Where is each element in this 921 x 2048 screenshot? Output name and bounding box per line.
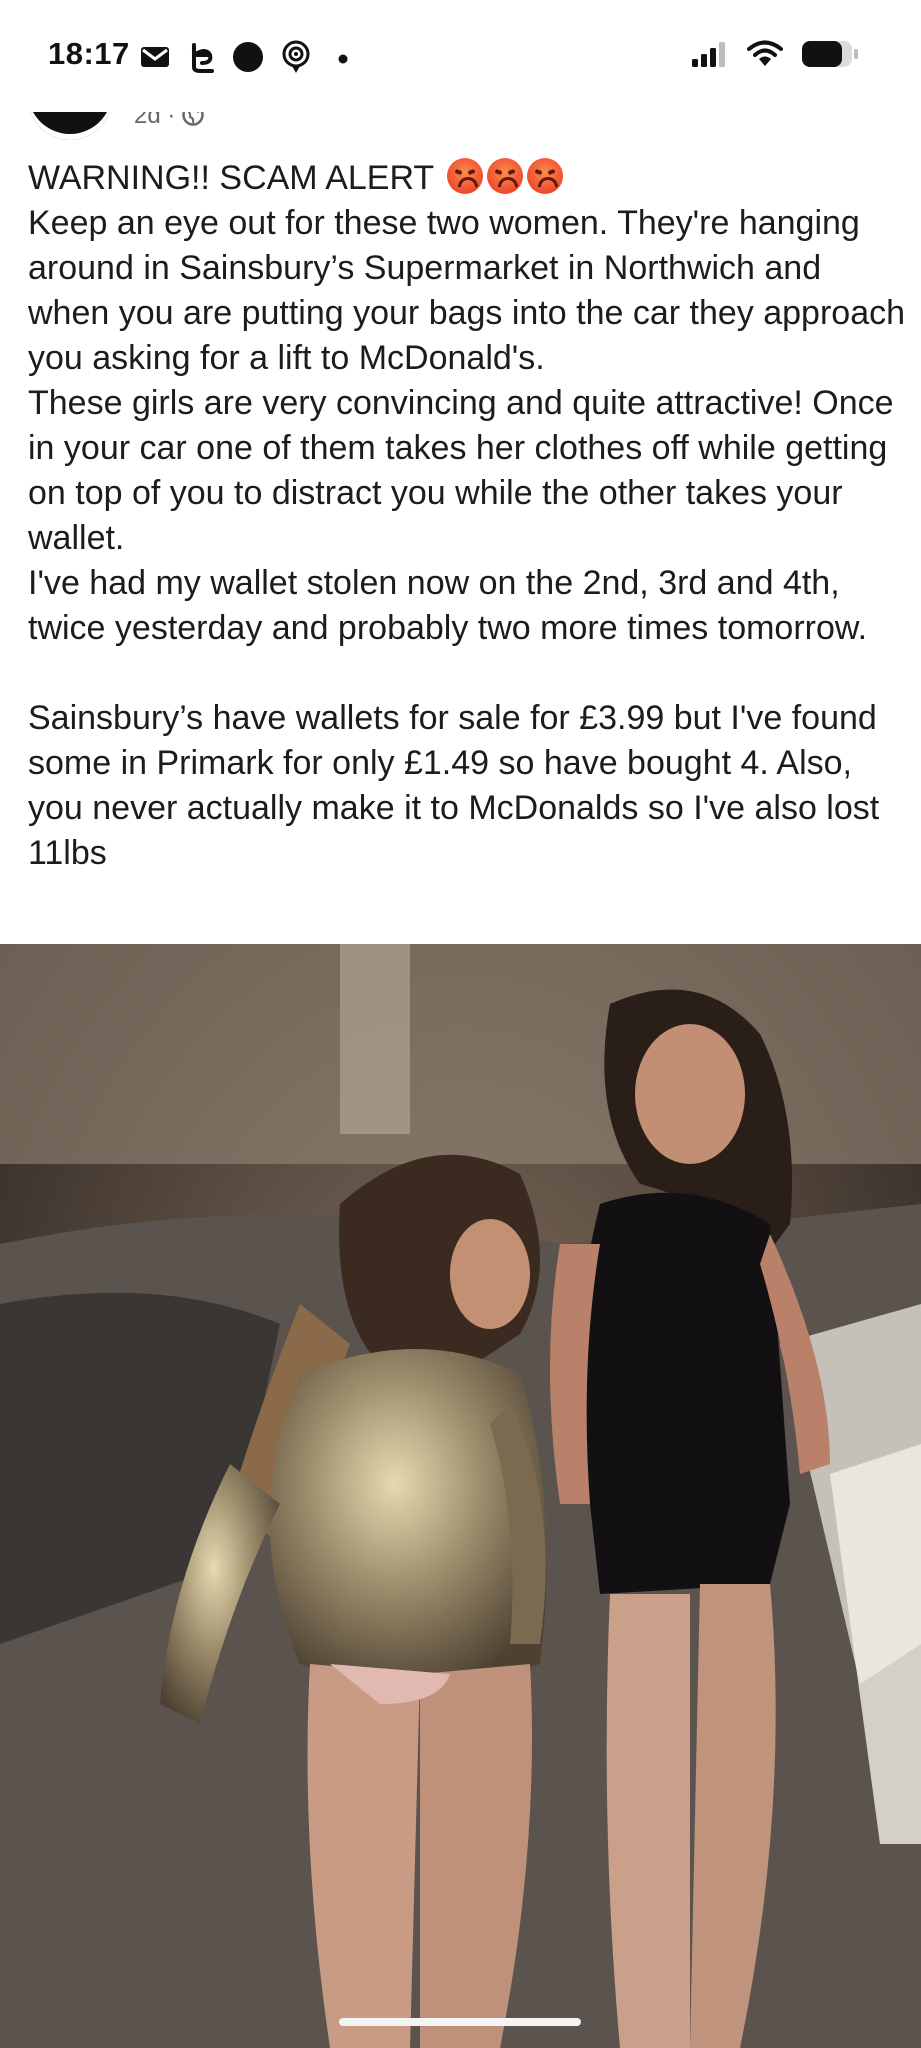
notification-icons bbox=[140, 40, 348, 79]
dot-icon bbox=[232, 41, 264, 78]
status-bar: 18:17 bbox=[0, 0, 921, 112]
post-paragraph: I've had my wallet stolen now on the 2nd… bbox=[28, 564, 868, 647]
gmail-icon bbox=[140, 45, 170, 74]
angry-face-emoji bbox=[487, 158, 524, 194]
threads-icon bbox=[186, 41, 216, 78]
post-body: WARNING!! SCAM ALERT Keep an eye out for… bbox=[28, 156, 908, 876]
photo-illustration bbox=[0, 944, 921, 2048]
post-paragraph: Keep an eye out for these two women. The… bbox=[28, 204, 906, 377]
paragraph-break bbox=[28, 651, 908, 696]
wifi-icon bbox=[747, 40, 783, 73]
post-photo[interactable] bbox=[0, 944, 921, 2048]
status-time: 18:17 bbox=[48, 36, 130, 71]
system-icons bbox=[691, 40, 859, 73]
post-title: WARNING!! SCAM ALERT bbox=[28, 159, 434, 197]
angry-face-emoji bbox=[527, 158, 564, 194]
post-paragraph: Sainsbury’s have wallets for sale for £3… bbox=[28, 699, 880, 872]
more-dot-icon bbox=[338, 51, 348, 69]
angry-face-emoji bbox=[447, 158, 484, 194]
signal-icon bbox=[691, 41, 729, 72]
home-indicator[interactable] bbox=[339, 2018, 581, 2026]
battery-icon bbox=[801, 40, 859, 73]
post-title-line: WARNING!! SCAM ALERT bbox=[28, 156, 908, 201]
location-pin-icon bbox=[280, 40, 312, 79]
post-paragraph: These girls are very convincing and quit… bbox=[28, 384, 894, 557]
